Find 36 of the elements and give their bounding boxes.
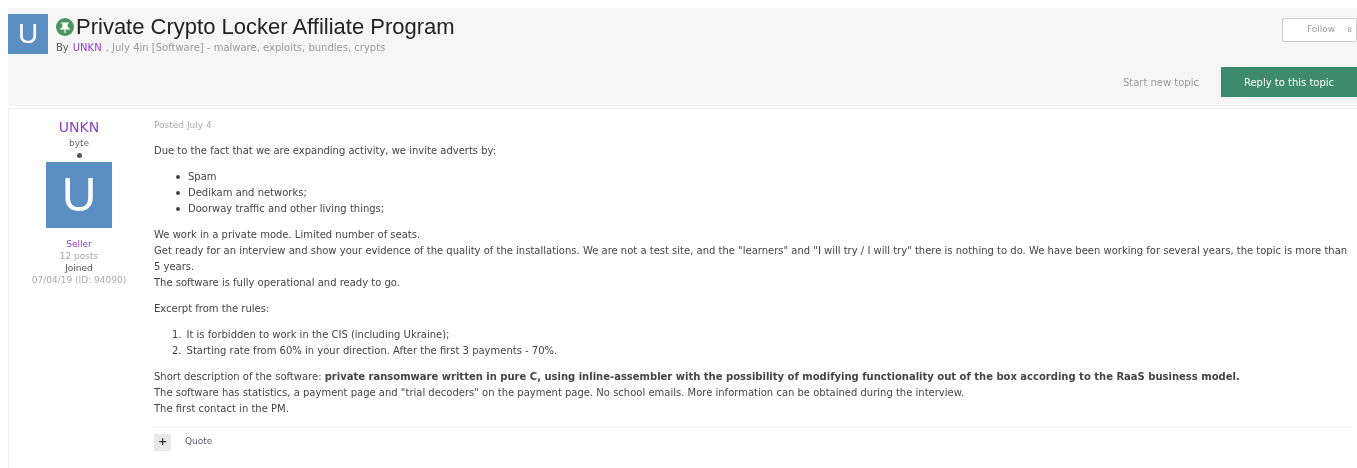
list-item: Spam xyxy=(188,169,217,184)
author-name[interactable]: UNKN xyxy=(58,119,100,135)
list-item: Doorway traffic and other living things; xyxy=(188,201,385,216)
bullet-icon xyxy=(176,206,180,211)
joined-date: 07/04/19 (ID: 94090) xyxy=(31,274,127,286)
posted-date: Posted July 4 xyxy=(154,119,212,132)
list-number: 1. xyxy=(172,327,182,342)
author-rank: byte xyxy=(68,137,90,149)
avatar: U xyxy=(8,14,48,54)
author-link[interactable]: UNKN xyxy=(72,40,102,55)
topic-title: Private Crypto Locker Affiliate Program xyxy=(76,14,455,40)
author-group: Seller xyxy=(66,238,92,250)
post-text: Excerpt from the rules: xyxy=(154,301,271,316)
topic-meta: , July 4in [Software] - malware, exploits, bundles, crypts xyxy=(105,41,386,55)
post-text: Short description of the software: private ransomware written in pure C, using inline-assembler with the possibility of modifying functionality out of the box according to the RaaS business model. xyxy=(154,369,1241,384)
post-text: The first contact in the PM. xyxy=(154,401,290,416)
post-text: Get ready for an interview and show your evidence of the quality of the installations. We are not a test site, and the "learners" and "I will try / I will try" there is nothing to do. We have been working for several years, the topic is more than 5 years. xyxy=(154,243,1349,274)
list-item: It is forbidden to work in the CIS (including Ukraine); xyxy=(186,327,450,342)
post-count: 12 posts xyxy=(59,250,99,262)
post-text: The software has statistics, a payment page and "trial decoders" on the payment page. No school emails. More information can be obtained during the interview. xyxy=(154,385,966,400)
post-text: Due to the fact that we are expanding activity, we invite adverts by: xyxy=(154,143,498,158)
bullet-icon xyxy=(176,174,180,179)
pin-icon xyxy=(56,18,74,36)
start-new-topic-link[interactable]: Start new topic xyxy=(1122,74,1199,90)
list-number: 2. xyxy=(172,343,182,358)
by-label: By xyxy=(56,41,69,55)
quote-link[interactable]: Quote xyxy=(185,435,213,449)
author-avatar: U xyxy=(46,162,112,228)
post-text: We work in a private mode. Limited number of seats. xyxy=(154,227,422,242)
list-item: Starting rate from 60% in your direction. After the first 3 payments - 70%. xyxy=(186,343,558,358)
list-item: Dedikam and networks; xyxy=(188,185,307,200)
joined-label: Joined xyxy=(65,262,93,274)
bullet-icon xyxy=(176,190,180,195)
plus-button[interactable]: + xyxy=(154,433,171,451)
reply-button[interactable]: Reply to this topic xyxy=(1221,67,1357,97)
post-text: The software is fully operational and ready to go. xyxy=(154,275,401,290)
